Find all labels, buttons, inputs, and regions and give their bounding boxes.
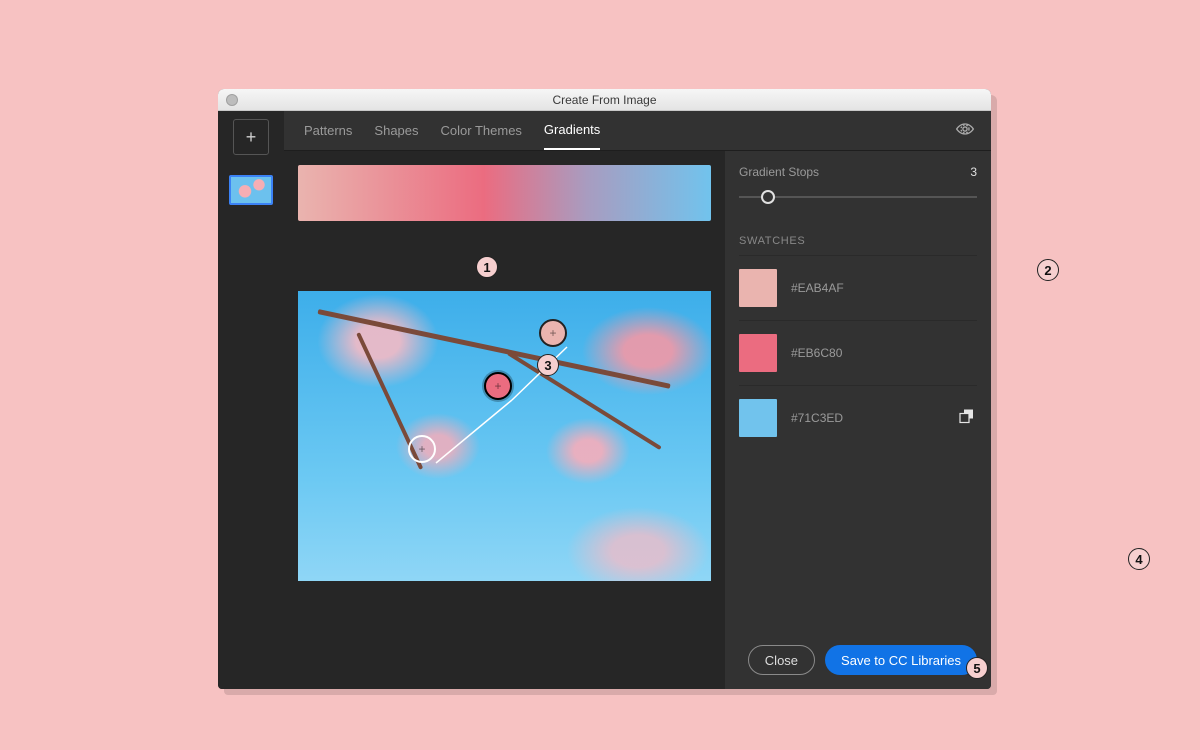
window-body: + Patterns Shapes Color Themes Gradients (218, 111, 991, 689)
color-picker-handle[interactable] (539, 319, 567, 347)
source-image[interactable] (298, 291, 711, 581)
swatch-hex: #EB6C80 (791, 346, 842, 360)
swap-colors-icon[interactable] (959, 409, 975, 428)
tab-gradients[interactable]: Gradients (544, 111, 600, 150)
tab-patterns[interactable]: Patterns (304, 112, 352, 149)
swatches-heading: SWATCHES (739, 235, 977, 247)
gradient-stops-row: Gradient Stops 3 (739, 165, 977, 179)
main-area: Patterns Shapes Color Themes Gradients (284, 111, 991, 689)
plus-icon: + (246, 127, 257, 148)
annotation-1: 1 (476, 256, 498, 278)
tab-color-themes[interactable]: Color Themes (441, 112, 522, 149)
annotation-4: 4 (1128, 548, 1150, 570)
annotation-2: 2 (1037, 259, 1059, 281)
swatch-row[interactable]: #71C3ED (739, 385, 977, 450)
sidebar: + (218, 111, 284, 689)
color-picker-handle[interactable] (484, 372, 512, 400)
properties-pane: Gradient Stops 3 SWATCHES #EAB4AF (725, 151, 991, 689)
dialog-footer: Close Save to CC Libraries (739, 633, 977, 689)
gradient-preview[interactable] (298, 165, 711, 221)
swatch-row[interactable]: #EB6C80 (739, 320, 977, 385)
picker-connector-line (298, 291, 711, 581)
annotation-3: 3 (537, 354, 559, 376)
slider-thumb[interactable] (761, 190, 775, 204)
close-button[interactable]: Close (748, 645, 815, 675)
swatch-list: #EAB4AF #EB6C80 #71C3ED (739, 255, 977, 450)
mode-tabs: Patterns Shapes Color Themes Gradients (284, 111, 991, 151)
tab-shapes[interactable]: Shapes (374, 112, 418, 149)
dialog-window: Create From Image + Patterns Shapes Colo… (218, 89, 991, 689)
slider-track (739, 196, 977, 198)
add-image-button[interactable]: + (233, 119, 269, 155)
preview-pane (284, 151, 725, 689)
swatch-row[interactable]: #EAB4AF (739, 255, 977, 320)
swatch-color (739, 399, 777, 437)
close-window-icon[interactable] (226, 94, 238, 106)
window-title: Create From Image (218, 93, 991, 107)
swatch-color (739, 334, 777, 372)
swatch-color (739, 269, 777, 307)
source-image-thumbnail[interactable] (229, 175, 273, 205)
annotation-5: 5 (966, 657, 988, 679)
titlebar: Create From Image (218, 89, 991, 111)
gradient-stops-slider[interactable] (739, 187, 977, 207)
preview-visibility-icon[interactable] (955, 119, 975, 144)
content: Gradient Stops 3 SWATCHES #EAB4AF (284, 151, 991, 689)
save-to-cc-libraries-button[interactable]: Save to CC Libraries (825, 645, 977, 675)
color-picker-handle[interactable] (408, 435, 436, 463)
swatch-hex: #71C3ED (791, 411, 843, 425)
gradient-stops-value: 3 (970, 165, 977, 179)
gradient-stops-label: Gradient Stops (739, 165, 819, 179)
swatch-hex: #EAB4AF (791, 281, 844, 295)
